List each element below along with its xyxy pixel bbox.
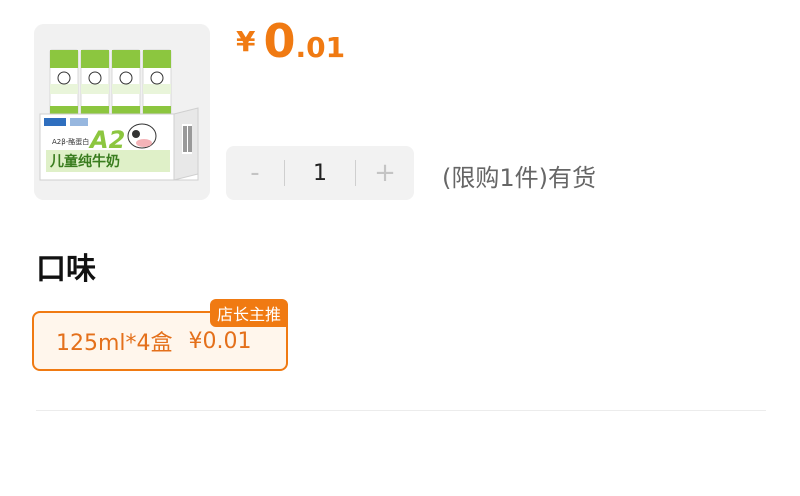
price-currency: ¥ bbox=[236, 25, 256, 58]
quantity-value[interactable]: 1 bbox=[285, 161, 355, 186]
sku-selector-panel: A2 A2β-酪蛋白 儿童纯牛奶 ¥0.01 - 1 + (限购1件)有货 口味… bbox=[0, 0, 800, 496]
price-decimal: .01 bbox=[295, 31, 346, 64]
decrease-quantity-button[interactable]: - bbox=[226, 146, 284, 200]
product-image[interactable]: A2 A2β-酪蛋白 儿童纯牛奶 bbox=[34, 24, 210, 200]
recommended-badge: 店长主推 bbox=[209, 299, 288, 327]
flavor-section-title: 口味 bbox=[36, 252, 96, 287]
quantity-stepper: - 1 + bbox=[226, 146, 414, 200]
price-integer: 0 bbox=[263, 14, 296, 68]
flavor-option-125ml-4[interactable]: 125ml*4盒 ¥0.01 店长主推 bbox=[32, 299, 288, 371]
svg-text:儿童纯牛奶: 儿童纯牛奶 bbox=[49, 153, 120, 170]
stock-status: (限购1件)有货 bbox=[442, 164, 596, 192]
svg-text:A2β-酪蛋白: A2β-酪蛋白 bbox=[52, 137, 89, 146]
price-display: ¥0.01 bbox=[236, 14, 345, 68]
section-divider bbox=[36, 410, 766, 411]
increase-quantity-button[interactable]: + bbox=[356, 146, 414, 200]
option-label: 125ml*4盒 bbox=[56, 331, 173, 356]
milk-carton-pack-image: A2 A2β-酪蛋白 儿童纯牛奶 bbox=[34, 24, 210, 200]
option-price: ¥0.01 bbox=[188, 328, 252, 354]
svg-text:A2: A2 bbox=[88, 126, 125, 154]
